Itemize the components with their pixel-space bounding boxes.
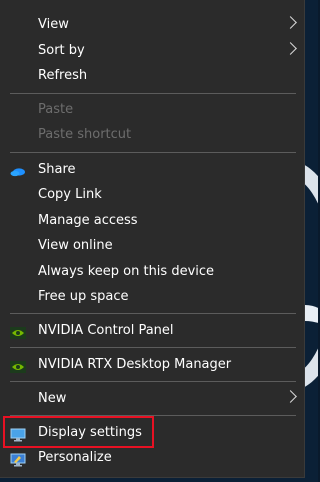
menu-item-new[interactable]: New	[0, 386, 305, 411]
menu-item-share[interactable]: Share	[0, 157, 305, 182]
context-menu: View Sort by Refresh Paste Paste shortcu…	[0, 0, 305, 478]
menu-item-label: Manage access	[38, 213, 138, 228]
menu-item-label: NVIDIA RTX Desktop Manager	[38, 357, 232, 372]
menu-separator	[10, 93, 296, 94]
annotation-highlight-box	[3, 416, 154, 448]
menu-item-label: Refresh	[38, 68, 88, 83]
nvidia-icon	[10, 324, 26, 339]
menu-item-label: Copy Link	[38, 187, 102, 202]
chevron-right-icon	[284, 390, 297, 403]
menu-item-label: New	[38, 391, 67, 406]
menu-separator	[10, 313, 296, 314]
menu-item-label: Sort by	[38, 43, 85, 58]
menu-item-view[interactable]: View	[0, 12, 305, 37]
menu-item-label: Share	[38, 162, 76, 177]
menu-item-nvidia-control-panel[interactable]: NVIDIA Control Panel	[0, 318, 305, 343]
menu-item-always-keep[interactable]: Always keep on this device	[0, 259, 305, 284]
menu-item-label: Always keep on this device	[38, 264, 215, 279]
menu-separator	[10, 347, 296, 348]
menu-item-refresh[interactable]: Refresh	[0, 63, 305, 88]
menu-item-label: NVIDIA Control Panel	[38, 323, 174, 338]
menu-separator	[10, 381, 296, 382]
chevron-right-icon	[284, 42, 297, 55]
menu-item-label: View online	[38, 238, 113, 253]
chevron-right-icon	[284, 16, 297, 29]
menu-item-label: Free up space	[38, 289, 129, 304]
menu-item-label: Paste	[38, 102, 74, 117]
menu-item-free-up-space[interactable]: Free up space	[0, 284, 305, 309]
menu-item-nvidia-rtx-desktop-manager[interactable]: NVIDIA RTX Desktop Manager	[0, 352, 305, 377]
menu-item-view-online[interactable]: View online	[0, 233, 305, 258]
menu-item-manage-access[interactable]: Manage access	[0, 208, 305, 233]
menu-item-personalize[interactable]: Personalize	[0, 445, 305, 470]
menu-item-paste: Paste	[0, 97, 305, 122]
menu-separator	[10, 152, 296, 153]
menu-item-paste-shortcut: Paste shortcut	[0, 122, 305, 147]
menu-item-label: Personalize	[38, 450, 112, 465]
menu-item-label: View	[38, 17, 69, 32]
personalize-icon	[10, 451, 26, 467]
menu-item-copy-link[interactable]: Copy Link	[0, 182, 305, 207]
menu-item-label: Paste shortcut	[38, 127, 132, 142]
nvidia-icon	[10, 358, 26, 373]
onedrive-cloud-icon	[10, 163, 26, 177]
menu-item-sort-by[interactable]: Sort by	[0, 38, 305, 63]
